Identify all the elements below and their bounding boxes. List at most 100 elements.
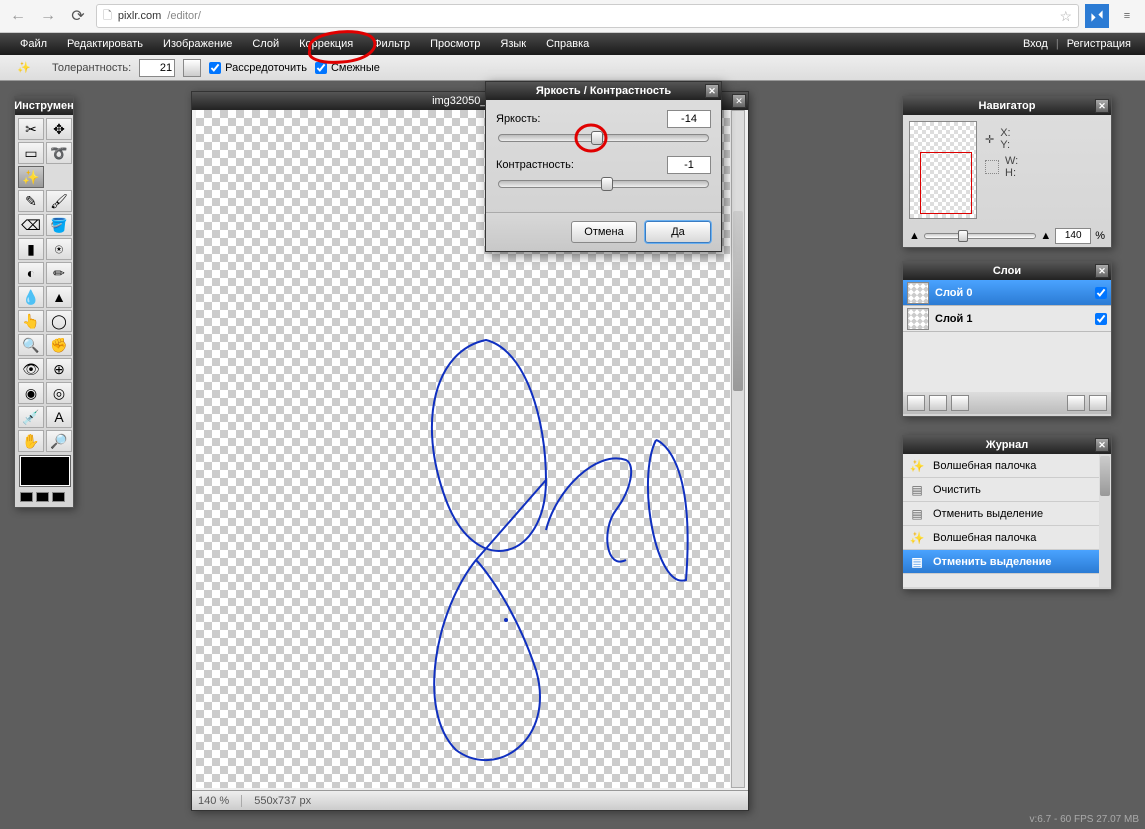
zoom-out-icon[interactable]: ▲	[909, 230, 920, 242]
history-scrollbar[interactable]	[1099, 454, 1111, 587]
navigator-zoom-value[interactable]: 140	[1055, 228, 1091, 244]
contrast-input[interactable]	[667, 156, 711, 174]
signature-graphic	[376, 330, 716, 770]
bloat-tool[interactable]: ◉	[18, 382, 44, 404]
redeye-tool[interactable]: 👁	[18, 358, 44, 380]
adjacent-checkbox[interactable]	[315, 62, 327, 74]
dialog-close-button[interactable]: ✕	[705, 84, 719, 98]
cancel-button[interactable]: Отмена	[571, 221, 637, 243]
marquee-tool[interactable]: ▭	[18, 142, 44, 164]
chrome-menu-button[interactable]: ≡	[1115, 4, 1139, 28]
swatch[interactable]	[20, 492, 33, 502]
brush-tool[interactable]: 🖌	[46, 190, 72, 212]
history-item[interactable]: ✨Волшебная палочка	[903, 526, 1111, 550]
layers-close-button[interactable]: ✕	[1095, 264, 1109, 278]
canvas-scrollbar-v[interactable]	[731, 110, 745, 788]
new-layer-button[interactable]	[1067, 395, 1085, 411]
contrast-slider[interactable]	[498, 180, 709, 188]
bookmark-icon[interactable]: ☆	[1059, 8, 1072, 25]
navigator-zoom-slider[interactable]	[924, 233, 1036, 239]
menu-file[interactable]: Файл	[10, 33, 57, 55]
layer-styles-button[interactable]	[951, 395, 969, 411]
tolerance-dropdown[interactable]	[183, 59, 201, 77]
pinch-tool[interactable]: ◎	[46, 382, 72, 404]
zoom-slider-handle[interactable]	[958, 230, 968, 242]
layer-mask-button[interactable]	[929, 395, 947, 411]
menu-image[interactable]: Изображение	[153, 33, 242, 55]
eraser-tool[interactable]: ⌫	[18, 214, 44, 236]
clone-tool[interactable]: ⍟	[46, 238, 72, 260]
contrast-slider-handle[interactable]	[601, 177, 613, 191]
contiguous-option[interactable]: Рассредоточить	[209, 62, 307, 74]
dialog-title-bar[interactable]: Яркость / Контрастность ✕	[486, 82, 721, 100]
brightness-input[interactable]	[667, 110, 711, 128]
ok-button[interactable]: Да	[645, 221, 711, 243]
menu-filter[interactable]: Фильтр	[363, 33, 420, 55]
history-item[interactable]: ✨Волшебная палочка	[903, 454, 1111, 478]
lasso-tool[interactable]: ➰	[46, 142, 72, 164]
zoom-tool[interactable]: 🔎	[46, 430, 72, 452]
wand-icon: ✨	[909, 530, 925, 546]
history-item[interactable]: ▤Отменить выделение	[903, 502, 1111, 526]
smudge-tool[interactable]: 👆	[18, 310, 44, 332]
url-path: /editor/	[167, 10, 201, 22]
sponge-tool[interactable]: ◯	[46, 310, 72, 332]
scrollbar-thumb[interactable]	[1100, 456, 1110, 496]
forward-button[interactable]: →	[36, 4, 60, 28]
delete-layer-button[interactable]	[1089, 395, 1107, 411]
hand-tool[interactable]: ✋	[18, 430, 44, 452]
history-item[interactable]: ▤Отменить выделение	[903, 550, 1111, 574]
menu-adjustment[interactable]: Коррекция	[289, 33, 363, 55]
burn-tool[interactable]: ✊	[46, 334, 72, 356]
layer-row[interactable]: Слой 1	[903, 306, 1111, 332]
menu-language[interactable]: Язык	[490, 33, 536, 55]
scrollbar-thumb[interactable]	[733, 211, 743, 391]
menu-help[interactable]: Справка	[536, 33, 599, 55]
adjacent-option[interactable]: Смежные	[315, 62, 380, 74]
wand-tool[interactable]: ✨	[18, 166, 44, 188]
back-button[interactable]: ←	[6, 4, 30, 28]
swatch[interactable]	[36, 492, 49, 502]
url-bar[interactable]: 🗋 pixlr.com/editor/ ☆	[96, 4, 1079, 28]
type-tool[interactable]: A	[46, 406, 72, 428]
history-title[interactable]: Журнал ✕	[903, 436, 1111, 454]
blur-tool[interactable]: 💧	[18, 286, 44, 308]
tolerance-input[interactable]	[139, 59, 175, 77]
layer-row[interactable]: Слой 0	[903, 280, 1111, 306]
layers-title[interactable]: Слои ✕	[903, 262, 1111, 280]
brightness-slider[interactable]	[498, 134, 709, 142]
register-link[interactable]: Регистрация	[1063, 33, 1135, 55]
crop-tool[interactable]: ✂	[18, 118, 44, 140]
move-tool[interactable]: ✥	[46, 118, 72, 140]
extension-button[interactable]	[1085, 4, 1109, 28]
history-item[interactable]: ▤Очистить	[903, 478, 1111, 502]
spot-heal-tool[interactable]: ⊕	[46, 358, 72, 380]
menu-view[interactable]: Просмотр	[420, 33, 490, 55]
canvas-close-button[interactable]: ✕	[732, 94, 746, 108]
layer-visibility-checkbox[interactable]	[1095, 313, 1107, 325]
sharpen-tool[interactable]: ▲	[46, 286, 72, 308]
login-link[interactable]: Вход	[1019, 33, 1052, 55]
brightness-slider-handle[interactable]	[591, 131, 603, 145]
menu-edit[interactable]: Редактировать	[57, 33, 153, 55]
layer-settings-button[interactable]	[907, 395, 925, 411]
navigator-close-button[interactable]: ✕	[1095, 99, 1109, 113]
menu-layer[interactable]: Слой	[242, 33, 289, 55]
dodge-tool[interactable]: 🔍	[18, 334, 44, 356]
replace-color-tool[interactable]: ◐	[18, 262, 44, 284]
zoom-in-icon[interactable]: ▲	[1040, 230, 1051, 242]
draw-tool[interactable]: ✏	[46, 262, 72, 284]
swatch[interactable]	[52, 492, 65, 502]
navigator-title[interactable]: Навигатор ✕	[903, 97, 1111, 115]
history-close-button[interactable]: ✕	[1095, 438, 1109, 452]
layer-visibility-checkbox[interactable]	[1095, 287, 1107, 299]
reload-button[interactable]: ⟳	[66, 4, 90, 28]
clear-icon: ▤	[909, 482, 925, 498]
foreground-color[interactable]	[20, 456, 70, 486]
pencil-tool[interactable]: ✎	[18, 190, 44, 212]
contiguous-checkbox[interactable]	[209, 62, 221, 74]
bucket-tool[interactable]: 🪣	[46, 214, 72, 236]
navigator-thumbnail[interactable]	[909, 121, 977, 219]
gradient-tool[interactable]: ▮	[18, 238, 44, 260]
picker-tool[interactable]: 💉	[18, 406, 44, 428]
